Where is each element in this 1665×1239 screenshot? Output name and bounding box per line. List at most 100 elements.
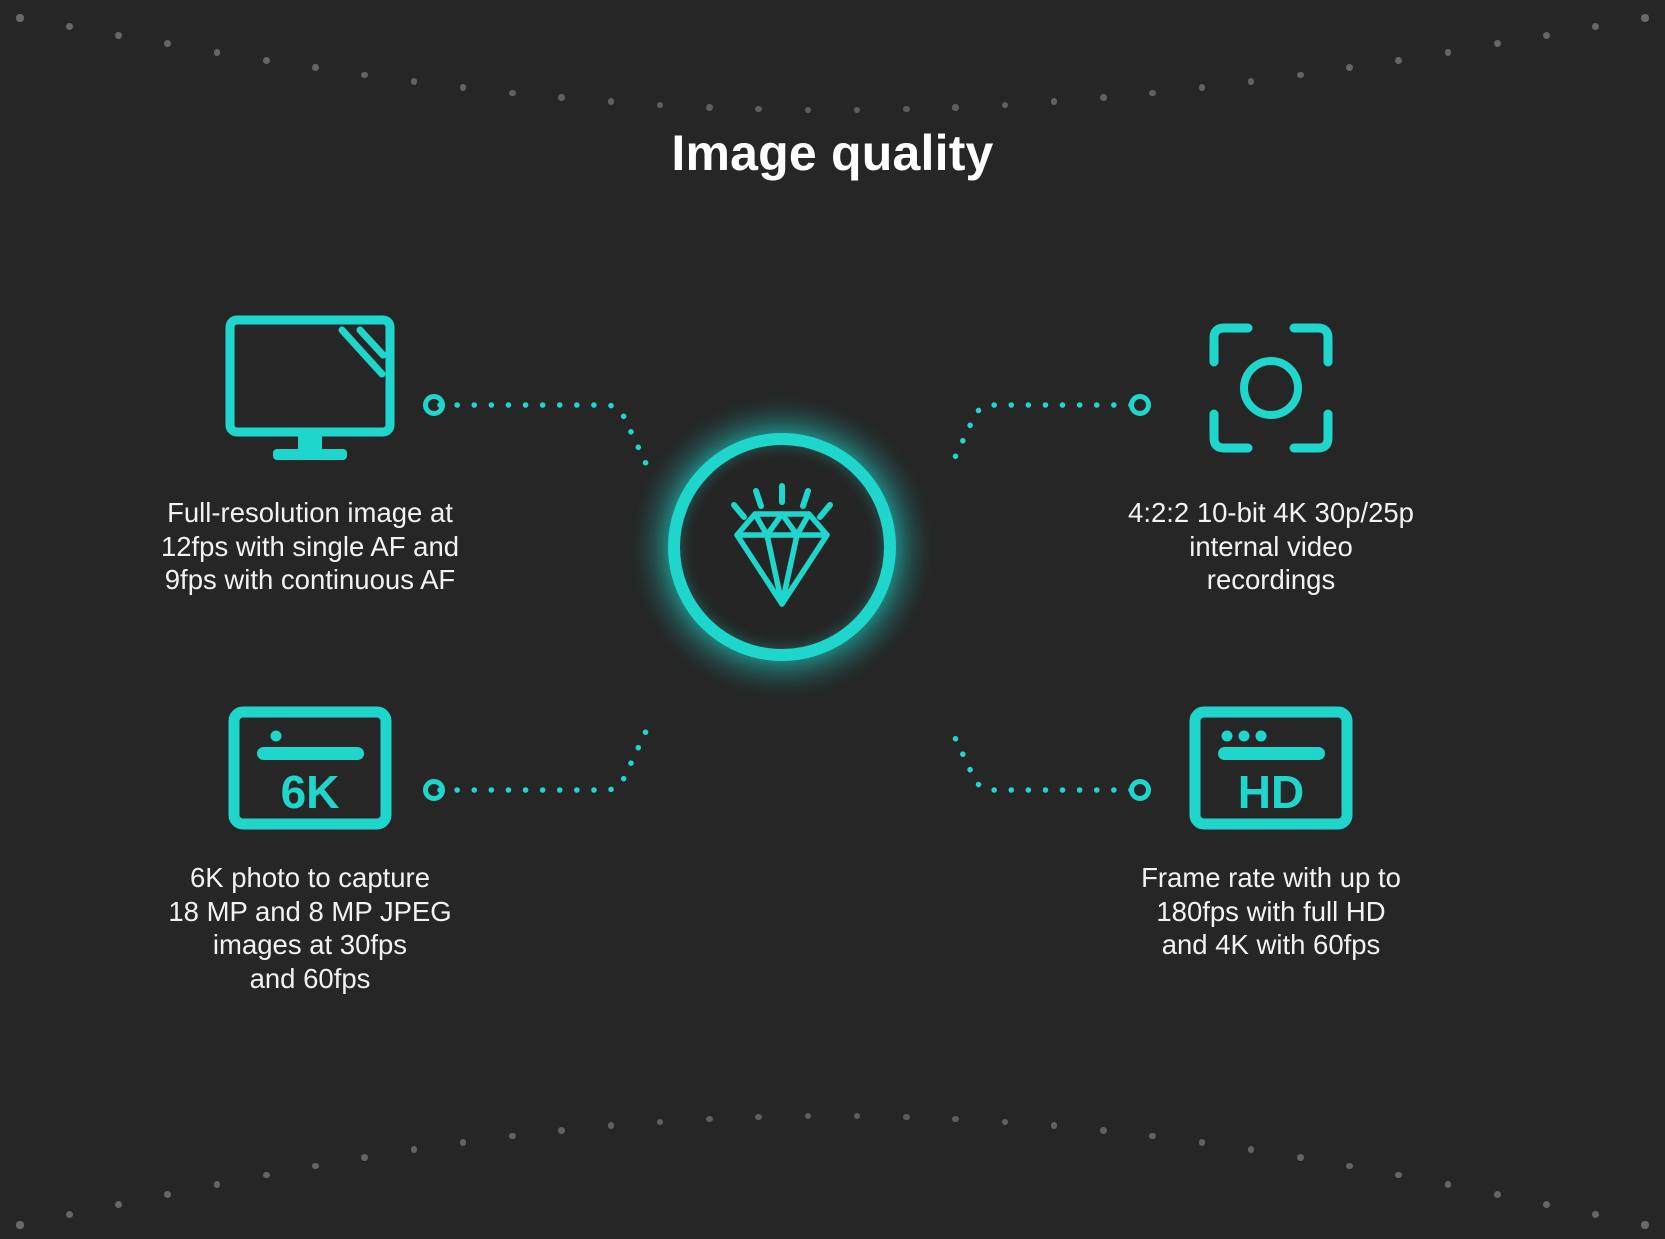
background-dot bbox=[164, 1190, 172, 1198]
background-dot bbox=[1100, 1127, 1107, 1134]
feature-caption: Frame rate with up to 180fps with full H… bbox=[1056, 861, 1486, 962]
caption-line: images at 30fps bbox=[212, 929, 408, 960]
feature-icon-wrap bbox=[1056, 300, 1486, 468]
background-dot bbox=[1592, 1211, 1600, 1219]
background-dot bbox=[903, 105, 910, 113]
background-dot bbox=[1296, 71, 1304, 79]
background-dot bbox=[1100, 94, 1107, 101]
background-dot bbox=[1542, 31, 1551, 39]
background-dot bbox=[952, 1115, 959, 1123]
caption-line: and 4K with 60fps bbox=[1161, 929, 1381, 960]
background-dot bbox=[1198, 1139, 1206, 1146]
caption-line: 12fps with single AF and bbox=[160, 530, 460, 562]
background-dot bbox=[1395, 56, 1403, 64]
background-dot bbox=[706, 104, 713, 111]
caption-line: Full-resolution image at bbox=[167, 497, 453, 528]
background-dot bbox=[607, 98, 615, 105]
background-dot bbox=[262, 56, 270, 64]
background-dot bbox=[1641, 14, 1649, 22]
background-dot bbox=[903, 1113, 910, 1121]
icon-label: 6K bbox=[281, 766, 340, 818]
background-dot bbox=[1050, 98, 1058, 105]
background-dot bbox=[1346, 64, 1353, 72]
feature-caption: 6K photo to capture 18 MP and 8 MP JPEG … bbox=[95, 861, 525, 995]
background-dot bbox=[755, 1113, 762, 1121]
background-dot bbox=[114, 1200, 122, 1208]
caption-line: 6K photo to capture bbox=[189, 862, 431, 893]
feature-full-resolution[interactable]: Full-resolution image at 12fps with sing… bbox=[95, 300, 525, 597]
background-dot bbox=[312, 64, 319, 72]
caption-line: internal video bbox=[1189, 530, 1353, 562]
background-dot bbox=[1149, 1132, 1156, 1140]
background-dot bbox=[262, 1171, 270, 1179]
caption-line: Frame rate with up to bbox=[1141, 862, 1401, 893]
background-dot bbox=[607, 1122, 615, 1129]
background-dot bbox=[804, 106, 812, 114]
caption-line: recordings bbox=[1206, 564, 1336, 595]
caption-line: and 60fps bbox=[249, 962, 371, 994]
hd-browser-icon: HD bbox=[1189, 706, 1353, 830]
background-dot bbox=[853, 1112, 861, 1120]
feature-frame-rate[interactable]: HD Frame rate with up to 180fps with ful… bbox=[1056, 665, 1486, 962]
feature-caption: 4:2:2 10-bit 4K 30p/25p internal video r… bbox=[1056, 496, 1486, 597]
feature-icon-wrap bbox=[95, 300, 525, 468]
background-dot bbox=[1149, 89, 1156, 97]
background-dot bbox=[1592, 23, 1600, 31]
background-dot bbox=[65, 1211, 73, 1219]
background-dot bbox=[706, 1115, 713, 1123]
caption-line: 4:2:2 10-bit 4K 30p/25p bbox=[1128, 497, 1414, 528]
background-dot bbox=[361, 71, 369, 79]
background-dot bbox=[213, 48, 221, 56]
background-dot bbox=[16, 1221, 24, 1229]
background-dot bbox=[952, 104, 959, 111]
background-dot bbox=[558, 1127, 565, 1134]
background-dot bbox=[164, 40, 172, 48]
background-dot bbox=[509, 1132, 516, 1140]
monitor-icon bbox=[225, 315, 395, 460]
6k-browser-icon: 6K bbox=[228, 706, 392, 830]
center-node[interactable] bbox=[638, 403, 926, 691]
feature-icon-wrap: HD bbox=[1056, 665, 1486, 833]
background-dot bbox=[1444, 48, 1452, 56]
background-dot bbox=[1346, 1162, 1353, 1170]
background-dot bbox=[213, 1180, 221, 1188]
focus-frame-icon bbox=[1209, 323, 1333, 453]
background-dot bbox=[114, 31, 122, 39]
page-title: Image quality bbox=[671, 125, 994, 181]
center-ring bbox=[668, 433, 896, 661]
background-dot bbox=[1542, 1200, 1551, 1208]
background-dot bbox=[1198, 84, 1206, 91]
background-dot bbox=[509, 89, 516, 97]
background-dot bbox=[1296, 1154, 1304, 1161]
background-dot bbox=[755, 105, 762, 113]
background-dot bbox=[1050, 1122, 1058, 1129]
background-dot bbox=[312, 1162, 319, 1170]
feature-internal-video[interactable]: 4:2:2 10-bit 4K 30p/25p internal video r… bbox=[1056, 300, 1486, 597]
background-dot bbox=[853, 106, 861, 114]
background-dot bbox=[1001, 101, 1009, 109]
background-dot bbox=[558, 94, 565, 101]
background-dot bbox=[361, 1154, 369, 1161]
background-dot bbox=[804, 1112, 812, 1120]
background-dot bbox=[1493, 1190, 1501, 1198]
infographic-canvas: Image quality Full-resolution image at 1… bbox=[0, 0, 1665, 1239]
background-dot bbox=[1493, 40, 1501, 48]
icon-label: HD bbox=[1238, 766, 1304, 818]
caption-line: 18 MP and 8 MP JPEG bbox=[168, 895, 452, 927]
background-dot bbox=[410, 78, 418, 85]
background-dot bbox=[1001, 1118, 1009, 1125]
background-dot bbox=[459, 84, 467, 91]
background-dot bbox=[459, 1139, 467, 1146]
background-dot bbox=[1247, 1146, 1255, 1153]
background-dot bbox=[1395, 1171, 1403, 1179]
diamond-icon bbox=[731, 483, 833, 607]
caption-line: 9fps with continuous AF bbox=[164, 564, 456, 595]
feature-caption: Full-resolution image at 12fps with sing… bbox=[95, 496, 525, 597]
background-dot bbox=[1247, 78, 1255, 85]
background-dot bbox=[410, 1146, 418, 1153]
feature-6k-photo[interactable]: 6K 6K photo to capture 18 MP and 8 MP JP… bbox=[95, 665, 525, 995]
background-dot bbox=[65, 23, 73, 31]
caption-line: 180fps with full HD bbox=[1156, 895, 1386, 927]
background-dot bbox=[656, 101, 664, 109]
background-dot bbox=[656, 1118, 664, 1125]
